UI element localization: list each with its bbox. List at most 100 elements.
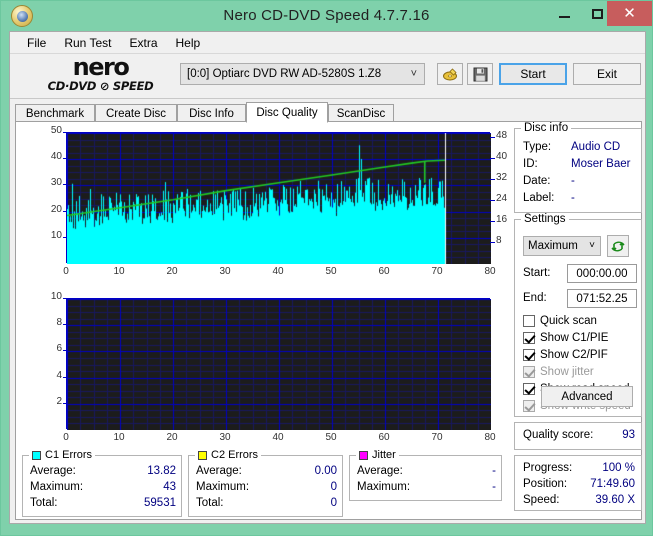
minimize-button[interactable] [548, 1, 580, 26]
checkbox-show-c1-pie[interactable]: Show C1/PIE [523, 330, 641, 346]
menu-extra[interactable]: Extra [120, 34, 166, 52]
disc-info-title: Disc info [521, 122, 572, 134]
progress-value: 100 % [602, 462, 635, 474]
checkbox-box [523, 366, 535, 378]
y-axis-tickmark [63, 376, 67, 378]
tab-benchmark[interactable]: Benchmark [15, 104, 95, 122]
x-axis-tick: 50 [325, 432, 337, 443]
y-axis-tickmark [63, 402, 67, 404]
end-label: End: [523, 292, 547, 304]
y-axis-tickmark [63, 184, 67, 186]
exit-button[interactable]: Exit [573, 63, 641, 85]
disc-info-value-id: Moser Baer [571, 158, 631, 170]
position-label: Position: [523, 478, 568, 490]
c1-errors-stats-title: C1 Errors [29, 449, 96, 461]
speed-axis-tickmark [490, 200, 495, 202]
x-axis-tick: 10 [113, 266, 125, 277]
x-axis-tick: 70 [431, 266, 443, 277]
tab-create-disc[interactable]: Create Disc [95, 104, 177, 122]
y-axis-tick: 40 [50, 151, 62, 163]
speed-axis-tickmark [490, 137, 495, 139]
nero-wordmark: nero [72, 53, 130, 81]
c2-average-value: 0.00 [314, 465, 337, 477]
checkbox-box [523, 400, 535, 412]
x-axis-tick: 30 [219, 266, 231, 277]
disc-info-row-label: Label: - [523, 192, 639, 208]
y-axis-tick: 30 [50, 177, 62, 189]
c2-errors-stats-title: C2 Errors [195, 449, 262, 461]
y-axis-tickmark [63, 350, 67, 352]
checkbox-label: Show C1/PIE [540, 332, 609, 344]
c1-color-swatch [32, 450, 41, 460]
chevron-down-icon: ˅ [589, 240, 595, 251]
jitter-color-swatch [359, 450, 368, 460]
eject-disc-button[interactable] [437, 63, 463, 85]
c1-errors-label: C1 Errors [45, 449, 93, 461]
client-area: File Run Test Extra Help nero CD·DVD ⊘ S… [9, 31, 646, 524]
disc-info-key-type: Type: [523, 141, 552, 153]
x-axis-tick: 10 [113, 432, 125, 443]
speed-select-value: Maximum [528, 240, 578, 252]
y-axis-tick: 2 [56, 395, 62, 407]
jitter-maximum-value: - [492, 481, 496, 493]
y-axis-tickmark [63, 298, 67, 299]
c2-plot-canvas [67, 299, 491, 430]
c1-average-label: Average: [30, 465, 76, 477]
settings-group: Settings Maximum ˅ Start: 000:00.00 End:… [514, 213, 642, 417]
x-axis-tick: 0 [63, 266, 69, 277]
disc-info-row-id: ID: Moser Baer [523, 158, 639, 174]
disc-info-value-date: - [571, 175, 575, 187]
advanced-button[interactable]: Advanced [541, 386, 633, 407]
speed-select[interactable]: Maximum ˅ [523, 236, 601, 256]
c1-total-row: Total: 59531 [30, 497, 176, 512]
quality-score-group: Quality score: 93 [514, 422, 642, 450]
c2-average-label: Average: [196, 465, 242, 477]
x-axis-tick: 80 [484, 432, 496, 443]
x-axis-tick: 20 [166, 266, 178, 277]
y-axis-tickmark [63, 210, 67, 212]
quality-score-label: Quality score: [523, 429, 594, 441]
x-axis-tick: 70 [431, 432, 443, 443]
start-label: Start: [523, 267, 551, 279]
checkbox-label: Show jitter [540, 366, 594, 378]
menu-file[interactable]: File [18, 34, 55, 52]
floppy-save-icon [473, 67, 487, 81]
c1-average-value: 13.82 [147, 465, 176, 477]
start-button[interactable]: Start [499, 63, 567, 85]
checkbox-show-c2-pif[interactable]: Show C2/PIF [523, 347, 641, 363]
save-button[interactable] [467, 63, 493, 85]
app-window: Nero CD-DVD Speed 4.7.7.16 ✕ File Run Te… [0, 0, 653, 536]
c1-errors-stats: C1 Errors Average: 13.82 Maximum: 43 Tot… [22, 449, 182, 517]
end-input[interactable]: 071:52.25 [567, 289, 637, 308]
checkbox-box [523, 349, 535, 361]
tab-scandisc[interactable]: ScanDisc [328, 104, 394, 122]
disc-info-value-type: Audio CD [571, 141, 621, 153]
close-button[interactable]: ✕ [607, 1, 652, 26]
quality-score-value: 93 [622, 429, 635, 441]
title-bar: Nero CD-DVD Speed 4.7.7.16 ✕ [1, 1, 652, 31]
refresh-speed-button[interactable] [607, 235, 629, 257]
speed-axis-tickmark [490, 221, 495, 223]
c2-total-row: Total: 0 [196, 497, 337, 512]
speed-label: Speed: [523, 494, 560, 506]
jitter-average-row: Average: - [357, 465, 496, 480]
menu-help[interactable]: Help [167, 34, 210, 52]
position-value: 71:49.60 [590, 478, 635, 490]
c2-average-row: Average: 0.00 [196, 465, 337, 480]
tab-disc-info[interactable]: Disc Info [177, 104, 246, 122]
c2-total-label: Total: [196, 497, 224, 509]
tab-disc-quality[interactable]: Disc Quality [246, 102, 328, 123]
menu-bar: File Run Test Extra Help [10, 32, 645, 54]
start-input[interactable]: 000:00.00 [567, 264, 637, 283]
drive-select[interactable]: [0:0] Optiarc DVD RW AD-5280S 1.Z8 ˅ [180, 63, 425, 85]
toolbar: nero CD·DVD ⊘ SPEED [0:0] Optiarc DVD RW… [10, 54, 645, 99]
c1-maximum-label: Maximum: [30, 481, 84, 493]
tab-strip: Benchmark Create Disc Disc Info Disc Qua… [15, 102, 642, 123]
x-axis-tick: 20 [166, 432, 178, 443]
checkbox-quick-scan[interactable]: Quick scan [523, 313, 641, 329]
c2-errors-stats: C2 Errors Average: 0.00 Maximum: 0 Total… [188, 449, 343, 517]
x-axis-tick: 50 [325, 266, 337, 277]
menu-run-test[interactable]: Run Test [55, 34, 120, 52]
c2-plot-area [66, 298, 491, 430]
speed-value: 39.60 X [595, 494, 635, 506]
